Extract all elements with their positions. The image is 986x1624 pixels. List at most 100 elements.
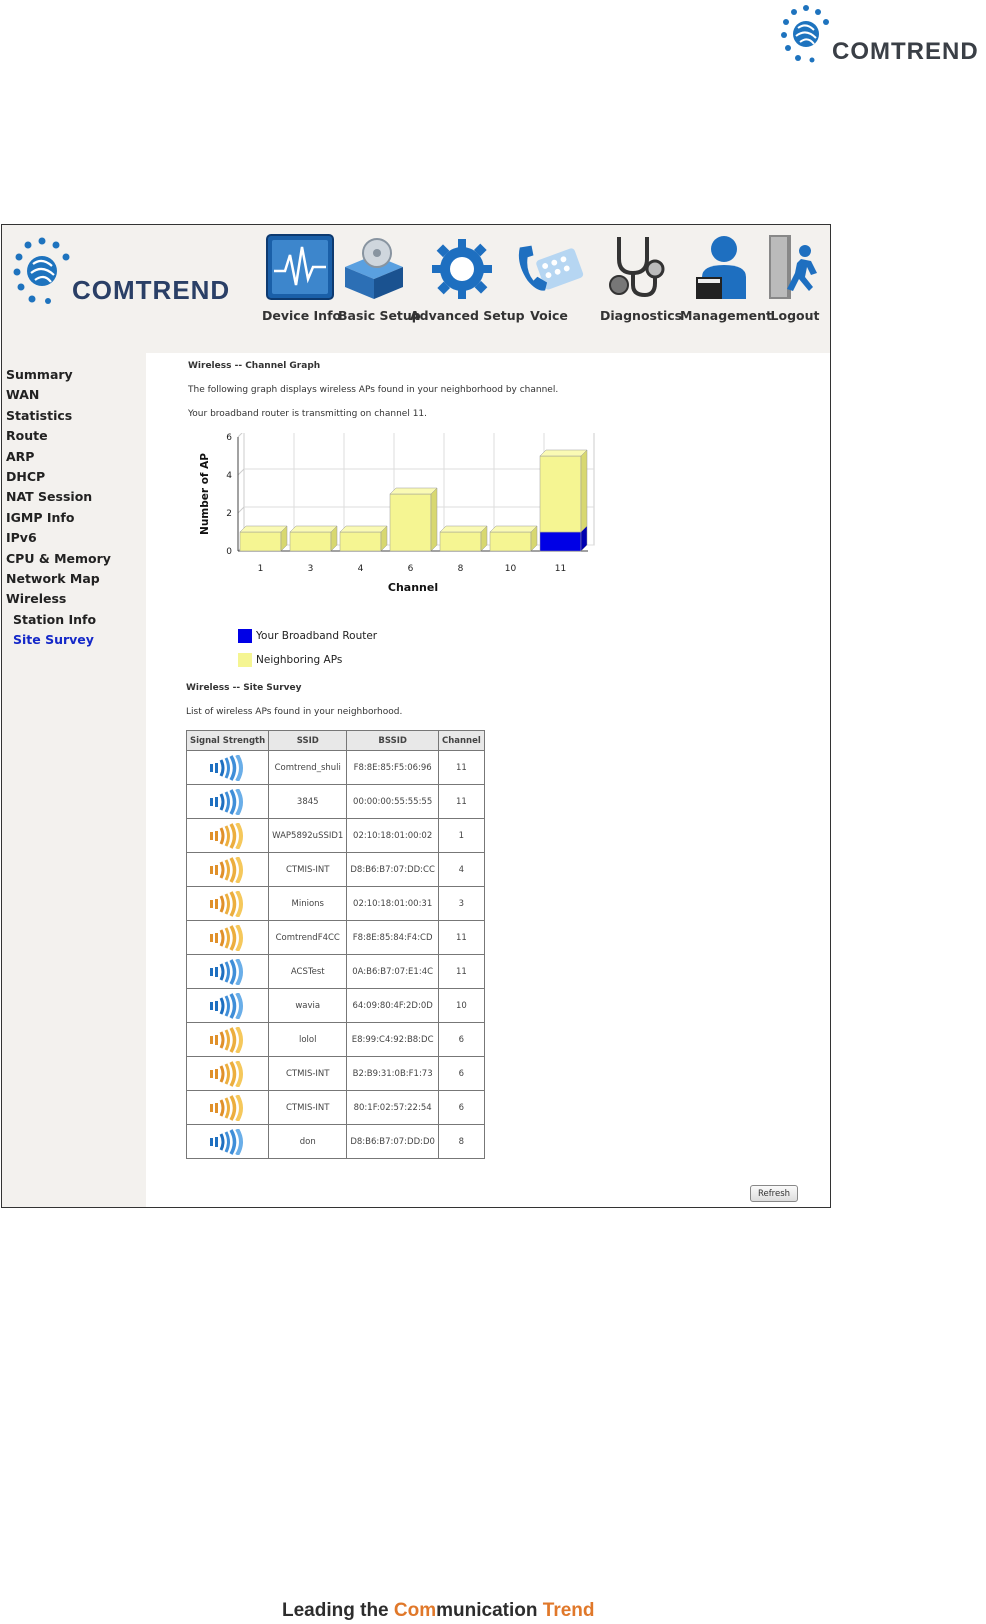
nav-device-info[interactable]: Device Info [262,231,342,323]
ssid-cell: Minions [268,886,348,921]
legend-swatch-router [238,629,252,643]
sidebar-item-nat-session[interactable]: NAT Session [2,487,146,507]
col-signal-strength: Signal Strength [185,730,270,751]
table-header-row: Signal Strength SSID BSSID Channel [185,730,485,751]
channel-cell: 10 [437,988,485,1023]
sidebar-item-network-map[interactable]: Network Map [2,569,146,589]
bar-neighbor-11-top [539,449,588,457]
col-channel: Channel [437,730,485,751]
bssid-cell: 02:10:18:01:00:02 [346,818,439,853]
ssid-cell: 3845 [268,784,348,819]
nav-label: Logout [770,308,820,323]
top-logo: COMTREND [778,2,986,66]
table-row: ComtrendF4CC F8:8E:85:84:F4:CD 11 [185,920,485,955]
bssid-cell: F8:8E:85:84:F4:CD [346,920,439,955]
sidebar-item-wan[interactable]: WAN [2,385,146,405]
col-bssid: BSSID [346,730,439,751]
management-icon [696,236,746,299]
sidebar-item-igmp-info[interactable]: IGMP Info [2,508,146,528]
signal-strength-icon [190,958,265,985]
y-tick-label: 0 [226,547,232,557]
sidebar-item-arp[interactable]: ARP [2,447,146,467]
sidebar-item-dhcp[interactable]: DHCP [2,467,146,487]
signal-cell [185,818,270,853]
refresh-button[interactable]: Refresh [750,1185,798,1202]
col-ssid: SSID [268,730,348,751]
bssid-cell: 0A:B6:B7:07:E1:4C [346,954,439,989]
bssid-cell: D8:B6:B7:07:DD:D0 [346,1124,439,1159]
footer-text-hl1: Com [393,1600,437,1621]
table-row: Comtrend_shuli F8:8E:85:F5:06:96 11 [185,750,485,785]
footer-text-mid: munication [436,1600,543,1621]
table-body: Comtrend_shuli F8:8E:85:F5:06:96 11 3845 00:… [185,750,485,1159]
bar-neighbor-6-side [430,487,438,552]
legend-swatch-neighbor [238,653,252,667]
signal-cell [185,1056,270,1091]
bar-neighbor-10 [489,531,532,552]
signal-cell [185,784,270,819]
table-row: lolol E8:99:C4:92:B8:DC 6 [185,1022,485,1057]
channel-cell: 11 [437,784,485,819]
nav-diagnostics[interactable]: Diagnostics [600,231,682,323]
x-axis-label: Channel [388,581,438,594]
table-row: CTMIS-INT B2:B9:31:0B:F1:73 6 [185,1056,485,1091]
nav-basic-setup[interactable]: Basic Setup [338,231,421,323]
comtrend-sun-icon [781,5,829,63]
ssid-cell: lolol [268,1022,348,1057]
sidebar-item-cpu-memory[interactable]: CPU & Memory [2,549,146,569]
sidebar-item-site-survey[interactable]: Site Survey [2,630,146,650]
sidebar-item-wireless[interactable]: Wireless [2,589,146,609]
signal-cell [185,920,270,955]
signal-cell [185,750,270,785]
grid-line-diag [237,506,245,514]
channel-cell: 11 [437,920,485,955]
bssid-cell: 02:10:18:01:00:31 [346,886,439,921]
ssid-cell: CTMIS-INT [268,1056,348,1091]
bssid-cell: E8:99:C4:92:B8:DC [346,1022,439,1057]
signal-strength-icon [190,1026,265,1053]
sidebar-item-route[interactable]: Route [2,426,146,446]
nav-management[interactable]: Management [680,231,773,323]
footer-tagline: Leading the Communication Trend [282,1600,595,1622]
sidebar-item-summary[interactable]: Summary [2,365,146,385]
table-row: CTMIS-INT 80:1F:02:57:22:54 6 [185,1090,485,1125]
table-row: Minions 02:10:18:01:00:31 3 [185,886,485,921]
signal-strength-icon [190,1128,265,1155]
signal-cell [185,886,270,921]
nav-label: Management [680,308,773,323]
channel-cell: 4 [437,852,485,887]
bar-neighbor-3 [289,531,332,552]
bssid-cell: F8:8E:85:F5:06:96 [346,750,439,785]
ssid-cell: ACSTest [268,954,348,989]
bar-neighbor-4 [339,531,382,552]
advanced-setup-icon [432,239,492,299]
nav-advanced-setup[interactable]: Advanced Setup [410,231,525,323]
sidebar-item-statistics[interactable]: Statistics [2,406,146,426]
x-tick-label: 4 [358,564,364,574]
device-info-icon [266,234,334,300]
basic-setup-icon [345,238,403,299]
bssid-cell: B2:B9:31:0B:F1:73 [346,1056,439,1091]
logout-icon [769,235,817,299]
signal-cell [185,988,270,1023]
footer-text-hl2: Trend [542,1600,595,1621]
y-axis-label: Number of AP [199,453,211,535]
site-survey-description: List of wireless APs found in your neigh… [186,707,403,717]
nav-logout[interactable]: Logout [764,231,826,323]
bar-neighbor-6-top [389,487,438,495]
sidebar-item-station-info[interactable]: Station Info [2,610,146,630]
bar-neighbor-8-top [439,525,488,533]
ssid-cell: CTMIS-INT [268,1090,348,1125]
signal-strength-icon [190,1094,265,1121]
signal-strength-icon [190,822,265,849]
y-tick-label: 4 [226,471,232,481]
sidebar-item-ipv6[interactable]: IPv6 [2,528,146,548]
signal-strength-icon [190,992,265,1019]
nav-label: Device Info [262,308,342,323]
voice-icon [518,245,584,291]
x-tick-label: 8 [458,564,464,574]
ssid-cell: ComtrendF4CC [268,920,348,955]
nav-voice[interactable]: Voice [514,231,584,323]
bar-neighbor-1-top [239,525,288,533]
ssid-cell: don [268,1124,348,1159]
